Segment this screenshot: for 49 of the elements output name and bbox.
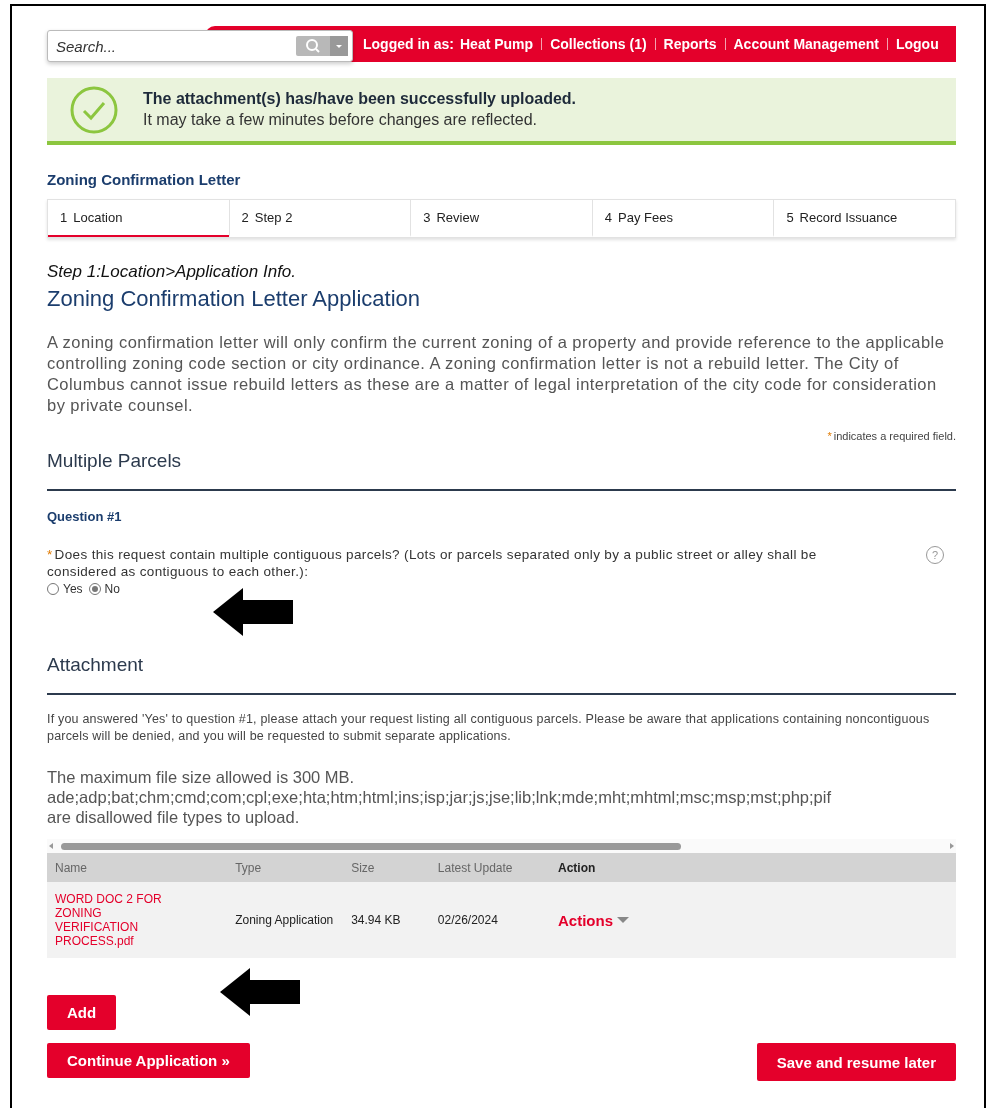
required-note: * indicates a required field. (826, 430, 956, 442)
breadcrumb: Step 1:Location>Application Info. (47, 262, 298, 282)
check-circle-icon (69, 84, 119, 135)
nav-link[interactable]: Reports (663, 36, 717, 52)
column-header: Size (343, 853, 430, 882)
step-tab[interactable]: 2 Step 2 (228, 200, 411, 237)
question-text: *Does this request contain multiple contiguous parcels? (Lots or parcels separated only by a public street or alley shall be considered as contiguous to each other.): (47, 546, 818, 580)
radio-option[interactable]: Yes (47, 582, 83, 596)
nav-link[interactable]: Account Management (733, 36, 879, 52)
page-title: Zoning Confirmation Letter Application (47, 286, 421, 312)
column-header: Name (47, 853, 228, 882)
section-heading: Multiple Parcels (47, 450, 956, 491)
caret-icon (617, 916, 629, 924)
column-header: Latest Update (429, 853, 550, 882)
question-title: Question #1 (47, 509, 123, 524)
column-header: Action (550, 853, 956, 882)
step-tab[interactable]: 5 Record Issuance (773, 200, 955, 237)
logged-in-label: Logged in as: (363, 36, 454, 52)
save-button[interactable]: Save and resume later (756, 1043, 956, 1081)
arrow-icon (220, 968, 300, 1016)
intro-paragraph: A zoning confirmation letter will only confirm the current zoning of a property and provide reference to the applicable controlling zoning code section or city ordinance. A zoning confirmation letter is not a rebuild letter. The City of Columbus cannot issue rebuild letters as these are a matter of legal interpretation of the city code for consideration by private counsel. (47, 332, 946, 416)
max-size-text: The maximum file size allowed is 300 MB. (47, 767, 356, 787)
arrow-icon (213, 588, 293, 636)
record-type: Zoning Confirmation Letter (47, 171, 242, 188)
table-cell: Zoning Application (227, 882, 344, 958)
disallowed-note: are disallowed file types to upload. (47, 807, 301, 827)
table-cell: 02/26/2024 (429, 882, 550, 958)
nav-link[interactable]: Collections (1) (550, 36, 647, 52)
scroll-right-icon[interactable] (948, 842, 956, 850)
nav-link[interactable]: Heat Pump (460, 36, 534, 52)
success-message: It may take a few minutes before changes are reflected. (143, 111, 538, 129)
step-tab[interactable]: 1 Location (48, 200, 229, 237)
nav-link[interactable]: Logou (895, 36, 939, 52)
add-button[interactable]: Add (47, 995, 117, 1030)
continue-button[interactable]: Continue Application » (47, 1043, 250, 1078)
step-tab[interactable]: 3 Review (410, 200, 592, 237)
step-tab[interactable]: 4 Pay Fees (591, 200, 774, 237)
table-cell: 34.94 KB (343, 882, 430, 958)
success-title: The attachment(s) has/have been successfully uploaded. (143, 90, 576, 108)
column-header: Type (227, 853, 344, 882)
search-field[interactable]: Search... (47, 30, 353, 62)
actions-dropdown[interactable]: Actions (558, 911, 629, 929)
section-heading: Attachment (47, 654, 956, 695)
attachment-instructions: If you answered 'Yes' to question #1, please attach your request listing all contiguous parcels. Please be aware that applications containing noncontiguous parcels will be denied, and you will be requested to submit separate applications. (47, 711, 931, 745)
radio-option[interactable]: No (88, 582, 120, 596)
horizontal-scrollbar[interactable] (47, 839, 956, 853)
scroll-left-icon[interactable] (47, 842, 55, 850)
file-types-text: ade;adp;bat;chm;cmd;com;cpl;exe;hta;htm;html;ins;isp;jar;js;jse;lib;lnk;mde;mht;mhtml;msc;msp;mst;php;pif (47, 787, 833, 807)
search-button[interactable] (296, 36, 348, 56)
